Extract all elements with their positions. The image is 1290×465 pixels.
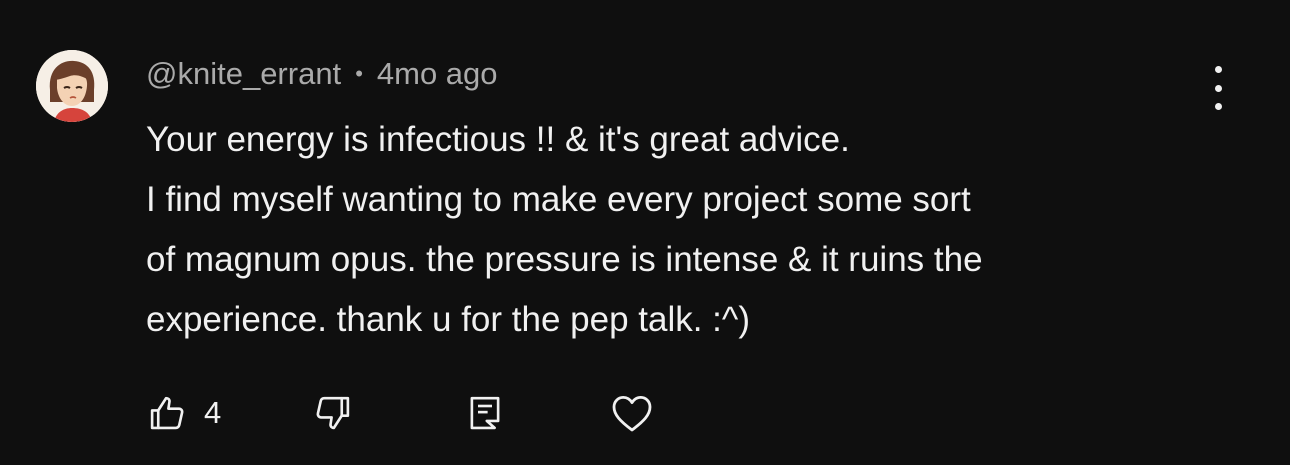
more-vertical-icon: [1214, 66, 1222, 73]
more-options-button[interactable]: [1200, 66, 1236, 110]
comment-meta: @knite_errant • 4mo ago: [146, 54, 498, 94]
comment-text: Your energy is infectious !! & it's grea…: [146, 110, 1226, 350]
reply-comment-icon: [470, 396, 500, 430]
comment-actions: 4: [146, 388, 706, 438]
avatar[interactable]: [36, 50, 108, 122]
comment-line: Your energy is infectious !! & it's grea…: [146, 120, 850, 159]
more-vertical-icon: [1214, 84, 1222, 92]
comment-line: of magnum opus. the pressure is intense …: [146, 240, 983, 279]
heart-icon: [612, 396, 652, 432]
thumbs-up-icon: [150, 396, 184, 430]
like-count: 4: [204, 395, 222, 430]
avatar-illustration: [36, 50, 108, 122]
thumbs-down-icon: [316, 396, 350, 430]
like-button[interactable]: 4: [146, 388, 221, 438]
comment-line: experience. thank u for the pep talk. :^…: [146, 300, 750, 339]
reply-button[interactable]: [464, 388, 506, 438]
more-vertical-icon: [1214, 103, 1222, 110]
comment-timestamp[interactable]: 4mo ago: [377, 56, 498, 92]
heart-button[interactable]: [608, 388, 656, 438]
author-name[interactable]: @knite_errant: [146, 56, 341, 92]
meta-separator: •: [355, 61, 363, 86]
comment-line: I find myself wanting to make every proj…: [146, 180, 971, 219]
dislike-button[interactable]: [312, 388, 354, 438]
comment-item: @knite_errant • 4mo ago Your energy is i…: [0, 0, 1290, 465]
